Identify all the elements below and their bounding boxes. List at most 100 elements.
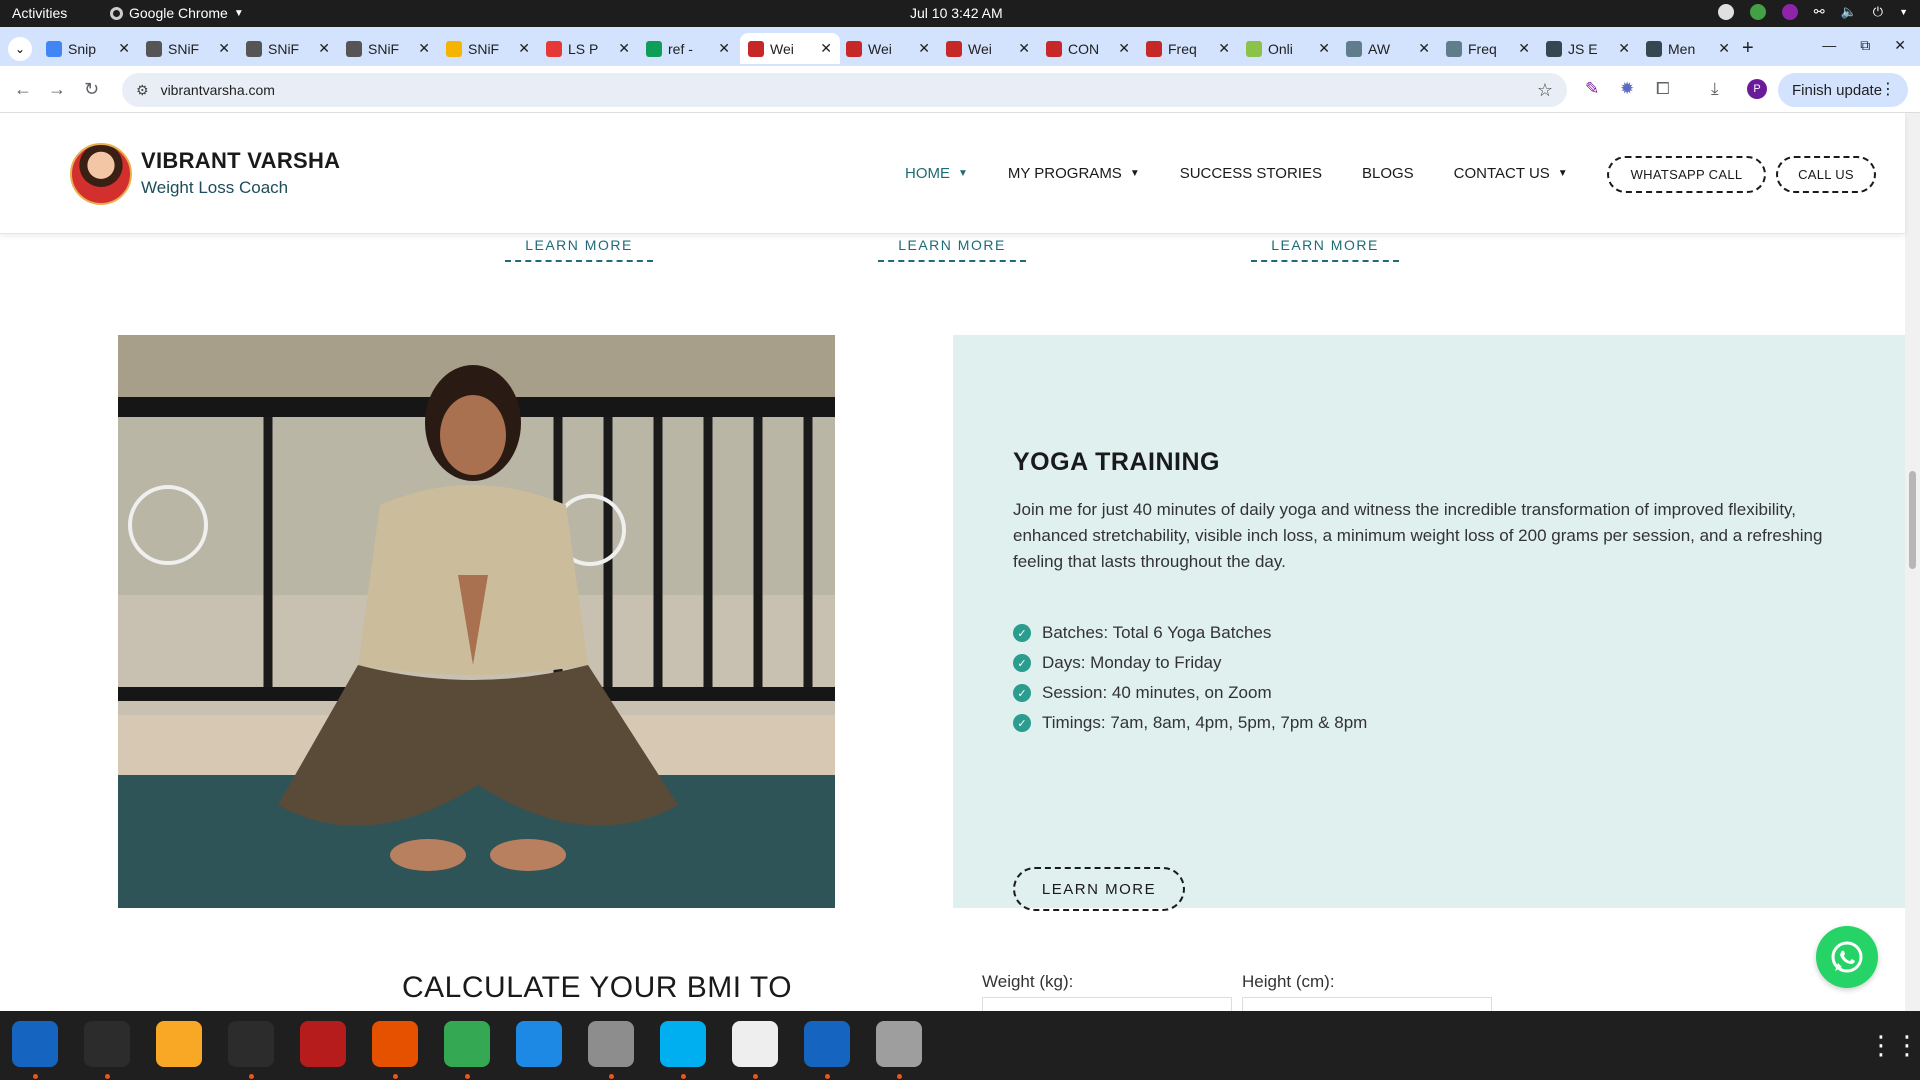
restore-icon[interactable]: ⧉ <box>1860 37 1870 54</box>
nav-item-blogs[interactable]: BLOGS <box>1362 165 1414 182</box>
system-tray[interactable]: ⚯ 🔈 ⏻ ▼ <box>1717 4 1908 20</box>
browser-tab[interactable]: SNiF ✕ <box>238 33 338 64</box>
close-tab-icon[interactable]: ✕ <box>518 40 530 57</box>
close-tab-icon[interactable]: ✕ <box>618 40 630 57</box>
tray-app-icon[interactable] <box>1781 4 1798 20</box>
reload-icon[interactable]: ↻ <box>84 79 99 100</box>
nav-item-my-programs[interactable]: MY PROGRAMS ▼ <box>1008 165 1140 182</box>
disks-icon[interactable] <box>876 1021 922 1067</box>
terminal-icon[interactable] <box>84 1021 130 1067</box>
browser-tab[interactable]: JS E ✕ <box>1538 33 1638 64</box>
close-icon[interactable]: ✕ <box>1894 37 1906 54</box>
browser-tab[interactable]: LS P ✕ <box>538 33 638 64</box>
nav-item-home[interactable]: HOME ▼ <box>905 165 968 182</box>
tab-search-button[interactable]: ⌄ <box>8 37 32 61</box>
profile-avatar[interactable]: P <box>1747 79 1767 99</box>
weight-input[interactable] <box>982 997 1232 1011</box>
height-input[interactable] <box>1242 997 1492 1011</box>
browser-tab[interactable]: Wei ✕ <box>938 33 1038 64</box>
puzzle-extensions-icon[interactable]: ⧠ <box>1656 79 1670 99</box>
skype-icon[interactable] <box>660 1021 706 1067</box>
nav-item-success-stories[interactable]: SUCCESS STORIES <box>1180 165 1322 182</box>
close-tab-icon[interactable]: ✕ <box>918 40 930 57</box>
browser-tab[interactable]: Freq ✕ <box>1138 33 1238 64</box>
whatsapp-call-button[interactable]: WHATSAPP CALL <box>1607 156 1766 193</box>
close-tab-icon[interactable]: ✕ <box>1618 40 1630 57</box>
close-tab-icon[interactable]: ✕ <box>820 40 832 57</box>
network-icon[interactable]: ⚯ <box>1814 4 1825 20</box>
close-tab-icon[interactable]: ✕ <box>418 40 430 57</box>
close-tab-icon[interactable]: ✕ <box>1718 40 1730 57</box>
page-scrollbar[interactable] <box>1905 113 1920 1011</box>
browser-tab[interactable]: Wei ✕ <box>838 33 938 64</box>
tab-strip: ⌄ Snip ✕ SNiF ✕ SNiF ✕ SNiF ✕ SNiF ✕ LS P ✕ ref - ✕ We… <box>0 27 1920 66</box>
tray-app-icon[interactable] <box>1717 4 1734 20</box>
bookmark-star-icon[interactable]: ☆ <box>1537 80 1553 101</box>
thunderbird-icon[interactable] <box>12 1021 58 1067</box>
clock[interactable]: Jul 10 3:42 AM <box>910 5 1003 21</box>
close-tab-icon[interactable]: ✕ <box>1018 40 1030 57</box>
browser-tab[interactable]: Men ✕ <box>1638 33 1738 64</box>
browser-tab-label: Wei <box>968 40 992 57</box>
site-info-icon[interactable]: ⚙ <box>136 82 149 99</box>
learn-more-link[interactable]: LEARN MORE <box>878 237 1026 262</box>
learn-more-link[interactable]: LEARN MORE <box>1251 237 1399 262</box>
browser-tab[interactable]: Onli ✕ <box>1238 33 1338 64</box>
vv-icon <box>846 40 862 57</box>
logo-avatar[interactable] <box>70 143 132 205</box>
volume-icon[interactable]: 🔈 <box>1841 4 1857 20</box>
browser-tab[interactable]: SNiF ✕ <box>138 33 238 64</box>
browser-tab[interactable]: Freq ✕ <box>1438 33 1538 64</box>
close-tab-icon[interactable]: ✕ <box>1318 40 1330 57</box>
address-bar[interactable]: ⚙ vibrantvarsha.com ☆ <box>122 73 1567 107</box>
show-apps-icon[interactable]: ⋮⋮⋮ <box>1868 1030 1920 1061</box>
close-tab-icon[interactable]: ✕ <box>1518 40 1530 57</box>
firefox-icon[interactable] <box>372 1021 418 1067</box>
weight-label: Weight (kg): <box>982 972 1074 991</box>
pen-extension-icon[interactable]: ✎ <box>1585 79 1599 99</box>
browser-tab[interactable]: SNiF ✕ <box>438 33 538 64</box>
close-tab-icon[interactable]: ✕ <box>1418 40 1430 57</box>
learn-more-link[interactable]: LEARN MORE <box>505 237 653 262</box>
browser-tab[interactable]: CON ✕ <box>1038 33 1138 64</box>
check-status-icon[interactable] <box>1749 4 1766 20</box>
whatsapp-float-button[interactable] <box>1816 926 1878 988</box>
url-text[interactable]: vibrantvarsha.com <box>161 82 275 98</box>
filezilla-icon[interactable] <box>300 1021 346 1067</box>
browser-tab[interactable]: ref - ✕ <box>638 33 738 64</box>
close-tab-icon[interactable]: ✕ <box>1118 40 1130 57</box>
document-viewer-icon[interactable] <box>804 1021 850 1067</box>
nav-item-label: HOME <box>905 165 950 182</box>
yoga-learn-more-button[interactable]: LEARN MORE <box>1013 867 1185 911</box>
scrollbar-thumb[interactable] <box>1909 471 1916 569</box>
files-icon[interactable] <box>588 1021 634 1067</box>
minimize-icon[interactable]: — <box>1822 37 1836 54</box>
brand-name[interactable]: VIBRANT VARSHA <box>141 148 340 174</box>
activities-button[interactable]: Activities <box>12 5 67 21</box>
browser-tab[interactable]: Snip ✕ <box>38 33 138 64</box>
close-tab-icon[interactable]: ✕ <box>118 40 130 57</box>
nav-item-contact-us[interactable]: CONTACT US ▼ <box>1454 165 1568 182</box>
close-tab-icon[interactable]: ✕ <box>218 40 230 57</box>
forward-icon[interactable]: → <box>48 79 66 100</box>
browser-tab[interactable]: AW ✕ <box>1338 33 1438 64</box>
notes-icon[interactable] <box>156 1021 202 1067</box>
back-icon[interactable]: ← <box>14 79 32 100</box>
close-tab-icon[interactable]: ✕ <box>318 40 330 57</box>
text-editor-icon[interactable] <box>732 1021 778 1067</box>
download-icon[interactable]: ⤓ <box>1711 79 1719 99</box>
close-tab-icon[interactable]: ✕ <box>1218 40 1230 57</box>
app-menu[interactable]: Google Chrome ▼ <box>110 5 244 21</box>
system-monitor-icon[interactable] <box>228 1021 274 1067</box>
close-tab-icon[interactable]: ✕ <box>718 40 730 57</box>
chevron-down-icon[interactable]: ▼ <box>1899 7 1908 17</box>
new-tab-button[interactable]: + <box>1742 37 1754 60</box>
vscode-icon[interactable] <box>516 1021 562 1067</box>
browser-tab[interactable]: SNiF ✕ <box>338 33 438 64</box>
power-icon[interactable]: ⏻ <box>1873 4 1883 20</box>
finish-update-button[interactable]: Finish update ⋮ <box>1778 73 1908 107</box>
gear-extension-icon[interactable]: ✹ <box>1620 79 1634 99</box>
call-us-button[interactable]: CALL US <box>1776 156 1876 193</box>
browser-tab[interactable]: Wei ✕ <box>740 33 840 64</box>
chrome-icon[interactable] <box>444 1021 490 1067</box>
